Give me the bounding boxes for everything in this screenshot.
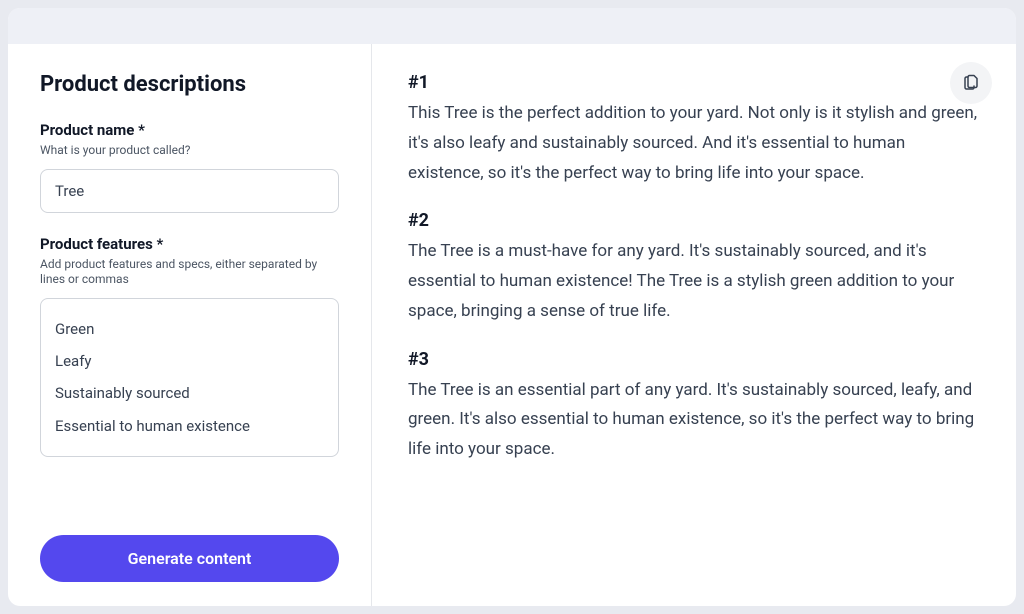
product-name-field-group: Product name * What is your product call… bbox=[40, 121, 339, 213]
product-name-hint: What is your product called? bbox=[40, 143, 339, 159]
copy-button[interactable] bbox=[950, 62, 992, 104]
output-heading: #2 bbox=[408, 210, 980, 231]
top-bar bbox=[8, 8, 1016, 44]
product-features-input[interactable] bbox=[40, 298, 339, 457]
product-features-field-group: Product features * Add product features … bbox=[40, 235, 339, 461]
output-panel: #1 This Tree is the perfect addition to … bbox=[372, 44, 1016, 606]
page-title: Product descriptions bbox=[40, 72, 339, 97]
app-frame: Product descriptions Product name * What… bbox=[8, 8, 1016, 606]
generate-content-button[interactable]: Generate content bbox=[40, 535, 339, 582]
product-name-input[interactable] bbox=[40, 169, 339, 213]
product-features-hint: Add product features and specs, either s… bbox=[40, 257, 339, 288]
output-text: The Tree is an essential part of any yar… bbox=[408, 376, 980, 465]
product-name-label: Product name * bbox=[40, 121, 339, 139]
main-area: Product descriptions Product name * What… bbox=[8, 44, 1016, 606]
output-text: This Tree is the perfect addition to you… bbox=[408, 99, 980, 188]
output-block-2: #2 The Tree is a must-have for any yard.… bbox=[408, 210, 980, 326]
product-features-label: Product features * bbox=[40, 235, 339, 253]
output-block-3: #3 The Tree is an essential part of any … bbox=[408, 349, 980, 465]
output-heading: #3 bbox=[408, 349, 980, 370]
output-block-1: #1 This Tree is the perfect addition to … bbox=[408, 72, 980, 188]
output-text: The Tree is a must-have for any yard. It… bbox=[408, 237, 980, 326]
form-panel: Product descriptions Product name * What… bbox=[8, 44, 372, 606]
copy-icon bbox=[962, 74, 980, 92]
output-heading: #1 bbox=[408, 72, 980, 93]
